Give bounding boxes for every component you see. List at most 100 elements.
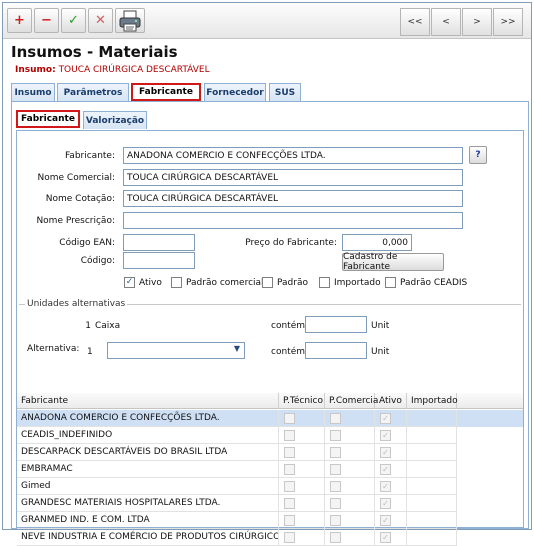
ativo-checkbox[interactable]: ✓ [380, 515, 391, 526]
ativo-checkbox[interactable]: ✓ [380, 532, 391, 543]
padrao-ceadis-label: Padrão CEADIS [400, 278, 468, 288]
first-record-button[interactable]: << [400, 8, 430, 36]
p-comercial-cell [325, 495, 375, 512]
p-comercial-checkbox[interactable] [330, 515, 341, 526]
p-tecnico-checkbox[interactable] [284, 447, 295, 458]
importado-cell [407, 495, 457, 512]
help-button[interactable]: ? [469, 146, 487, 164]
ativo-checkbox[interactable]: ✓ [380, 447, 391, 458]
p-comercial-checkbox[interactable] [330, 532, 341, 543]
tab-insumo[interactable]: Insumo [11, 83, 55, 101]
fabricante-cell: EMBRAMAC [17, 461, 279, 478]
alternativa-select[interactable] [107, 342, 245, 359]
p-comercial-checkbox[interactable] [330, 464, 341, 475]
codigo-label: Código: [80, 256, 115, 266]
padrao-checkbox[interactable] [262, 277, 273, 288]
ativo-cell: ✓ [375, 461, 407, 478]
tab-sus[interactable]: SUS [269, 83, 301, 101]
tab-fabricante[interactable]: Fabricante [131, 83, 201, 101]
padrao-comercial-checkbox[interactable] [171, 277, 182, 288]
chevron-down-icon[interactable]: ▼ [231, 344, 243, 357]
p-tecnico-checkbox[interactable] [284, 464, 295, 475]
ativo-checkbox[interactable]: ✓ [380, 498, 391, 509]
p-tecnico-checkbox[interactable] [284, 515, 295, 526]
codigo-field[interactable] [123, 252, 195, 269]
next-record-button[interactable]: > [462, 8, 492, 36]
fabricante-cell: Gimed [17, 478, 279, 495]
unit-label: Unit [371, 321, 390, 331]
ativo-checkbox[interactable]: ✓ [380, 464, 391, 475]
ativo-checkbox[interactable]: ✓ [380, 481, 391, 492]
nome-prescricao-field[interactable] [123, 212, 463, 229]
confirm-button[interactable]: ✓ [61, 8, 86, 33]
col-p-tecnico[interactable]: P.Técnico [279, 393, 325, 409]
ativo-checkbox[interactable]: ✓ [380, 430, 391, 441]
ativo-cell: ✓ [375, 444, 407, 461]
nome-comercial-field[interactable]: TOUCA CIRÚRGICA DESCARTÁVEL [123, 169, 463, 186]
p-comercial-checkbox[interactable] [330, 413, 341, 424]
remove-button[interactable]: − [34, 8, 59, 33]
table-row[interactable]: DESCARPACK DESCARTÁVEIS DO BRASIL LTDA ✓ [17, 444, 523, 461]
col-p-comercial[interactable]: P.Comercia [325, 393, 378, 409]
ativo-label: Ativo [139, 278, 162, 288]
fabricante-cell: DESCARPACK DESCARTÁVEIS DO BRASIL LTDA [17, 444, 279, 461]
table-row[interactable]: GRANMED IND. E COM. LTDA ✓ [17, 512, 523, 529]
table-row[interactable]: ANADONA COMERCIO E CONFECÇÕES LTDA. ✓ [17, 410, 523, 427]
fabricante-label: Fabricante: [64, 151, 115, 161]
contem-field-2[interactable] [305, 342, 367, 359]
ativo-cell: ✓ [375, 478, 407, 495]
fabricante-field[interactable]: ANADONA COMERCIO E CONFECÇÕES LTDA. [123, 147, 463, 164]
ativo-checkbox[interactable]: ✓ [380, 413, 391, 424]
ativo-cell: ✓ [375, 410, 407, 427]
cancel-button[interactable]: ✕ [88, 8, 113, 33]
p-comercial-checkbox[interactable] [330, 430, 341, 441]
p-tecnico-checkbox[interactable] [284, 430, 295, 441]
subtab-valorizacao[interactable]: Valorização [83, 111, 147, 129]
table-row[interactable]: Gimed ✓ [17, 478, 523, 495]
codigo-ean-label: Código EAN: [59, 238, 115, 248]
padrao-ceadis-checkbox[interactable] [385, 277, 396, 288]
base-qty: 1 [85, 321, 91, 331]
importado-cell [407, 444, 457, 461]
p-tecnico-checkbox[interactable] [284, 498, 295, 509]
col-ativo[interactable]: Ativo [375, 393, 407, 409]
table-row[interactable]: GRANDESC MATERIAIS HOSPITALARES LTDA. ✓ [17, 495, 523, 512]
codigo-ean-field[interactable] [123, 234, 195, 251]
p-comercial-cell [325, 478, 375, 495]
units-legend: Unidades alternativas [25, 299, 128, 309]
p-tecnico-cell [279, 512, 325, 529]
p-comercial-checkbox[interactable] [330, 481, 341, 492]
importado-cell [407, 427, 457, 444]
p-tecnico-cell [279, 427, 325, 444]
subtab-fabricante[interactable]: Fabricante [16, 110, 80, 128]
ativo-checkbox[interactable]: ✓ [124, 277, 135, 288]
importado-cell [407, 512, 457, 529]
prev-record-button[interactable]: < [431, 8, 461, 36]
contem-field[interactable] [305, 316, 367, 333]
table-row[interactable]: CEADIS_INDEFINIDO ✓ [17, 427, 523, 444]
nome-cotacao-field[interactable]: TOUCA CIRÚRGICA DESCARTÁVEL [123, 190, 463, 207]
p-tecnico-checkbox[interactable] [284, 481, 295, 492]
p-tecnico-checkbox[interactable] [284, 532, 295, 543]
last-record-button[interactable]: >> [493, 8, 523, 36]
p-comercial-checkbox[interactable] [330, 498, 341, 509]
p-comercial-checkbox[interactable] [330, 447, 341, 458]
insumo-subtitle: Insumo: TOUCA CIRÚRGICA DESCARTÁVEL [15, 65, 210, 75]
add-button[interactable]: + [7, 8, 32, 33]
col-importado[interactable]: Importado [407, 393, 458, 409]
padrao-label: Padrão [277, 278, 308, 288]
unit-label-2: Unit [371, 347, 390, 357]
tab-parametros[interactable]: Parâmetros [57, 83, 129, 101]
contem-label-2: contém [271, 347, 305, 357]
cadastro-fabricante-button[interactable]: Cadastro de Fabricante [342, 252, 444, 272]
tab-fornecedor[interactable]: Fornecedor [204, 83, 266, 101]
base-unit: Caixa [95, 321, 121, 331]
col-fabricante[interactable]: Fabricante [17, 393, 279, 409]
print-button[interactable] [115, 8, 145, 33]
preco-field[interactable]: 0,000 [342, 234, 412, 251]
nome-prescricao-label: Nome Prescrição: [36, 216, 115, 226]
p-tecnico-checkbox[interactable] [284, 413, 295, 424]
table-row[interactable]: EMBRAMAC ✓ [17, 461, 523, 478]
contem-label: contém [271, 321, 305, 331]
importado-checkbox[interactable] [319, 277, 330, 288]
